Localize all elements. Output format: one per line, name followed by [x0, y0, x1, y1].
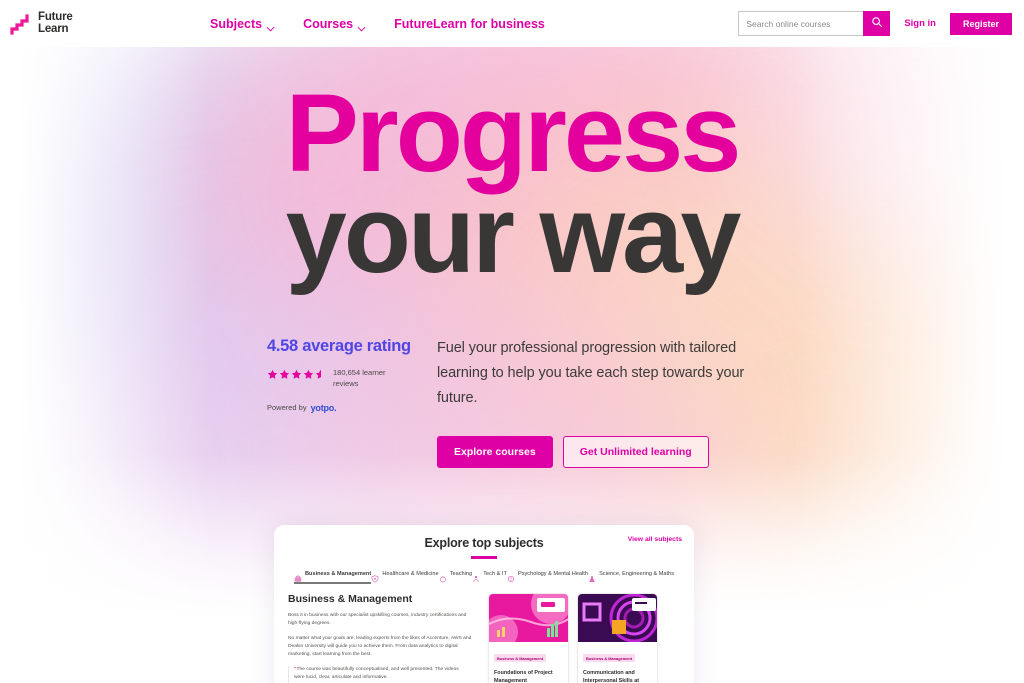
course-title: Foundations of Project Management [494, 669, 553, 683]
futurelearn-logo-mark [10, 12, 34, 36]
course-card-list: Business & Management Foundations of Pro… [488, 592, 658, 683]
tab-label: Business & Management [305, 570, 372, 577]
tab-tech-it[interactable]: Tech & IT [472, 570, 507, 584]
search-icon [871, 16, 883, 31]
course-title: Communication and Interpersonal Skills a… [583, 669, 640, 683]
chevron-down-icon [266, 21, 275, 32]
tab-label: Teaching [449, 570, 473, 577]
subjects-card-header: Explore top subjects View all subjects [274, 525, 694, 559]
futurelearn-logo[interactable]: Future Learn [10, 11, 200, 36]
rating-headline: 4.58 average rating [267, 336, 411, 355]
hero-lede: Fuel your professional progression with … [437, 339, 745, 406]
course-card-body: Business & Management Foundations of Pro… [489, 642, 568, 683]
subject-detail-panel: Business & Management Boss it in busines… [288, 593, 478, 683]
tab-label: Healthcare & Medicine [382, 570, 439, 577]
subject-panel-paragraph-2: No matter what your goals are, leading e… [288, 635, 472, 657]
tab-label: Tech & IT [483, 570, 507, 577]
subjects-card-body: Business & Management Boss it in busines… [274, 584, 694, 683]
subject-tabs: Business & Management Healthcare & Medic… [274, 570, 694, 584]
nav-item-courses[interactable]: Courses [303, 16, 366, 32]
course-card[interactable]: Business & Management Communication and … [577, 592, 658, 683]
briefcase-icon [294, 570, 302, 582]
star-rating [267, 369, 326, 380]
tab-healthcare-medicine[interactable]: Healthcare & Medicine [371, 570, 439, 584]
subject-panel-title: Business & Management [288, 592, 413, 605]
tab-science-engineering-maths[interactable]: Science, Engineering & Maths [588, 570, 674, 584]
rating-summary: 180,654 learner reviews [267, 367, 432, 389]
star-icon [279, 369, 290, 379]
search-form [738, 11, 891, 36]
tab-label: Psychology & Mental Health [517, 570, 588, 577]
hero-cta-row: Explore courses Get Unlimited learning [437, 435, 762, 468]
testimonial-text: “The course was beautifully conceptualis… [294, 666, 459, 680]
explore-courses-button[interactable]: Explore courses [437, 435, 553, 468]
rating-block: 4.58 average rating 180,654 learner revi… [262, 336, 432, 468]
star-icon [303, 369, 314, 379]
course-thumbnail [489, 593, 568, 642]
primary-navigation: Subjects Courses FutureLearn for busines… [210, 16, 545, 32]
logo-line-2: Learn [38, 22, 69, 35]
tab-teaching[interactable]: Teaching [439, 570, 472, 584]
star-icon [267, 369, 278, 379]
view-all-subjects-link[interactable]: View all subjects [628, 536, 682, 543]
powered-by-label: Powered by [267, 403, 307, 413]
flask-icon [588, 570, 596, 582]
hero-section: Progress your way 4.58 average rating 18… [0, 47, 1024, 683]
headline-line-2: your way [285, 172, 742, 296]
apple-icon [439, 570, 447, 582]
hero-copy: Fuel your professional progression with … [432, 336, 762, 468]
header-actions: Sign in Register [738, 11, 1012, 36]
get-unlimited-learning-button[interactable]: Get Unlimited learning [562, 435, 709, 468]
nav-item-for-business[interactable]: FutureLearn for business [394, 17, 545, 31]
nav-item-subjects[interactable]: Subjects [210, 16, 275, 32]
star-icon [291, 369, 302, 379]
tab-label: Science, Engineering & Maths [599, 570, 674, 577]
brain-icon [507, 570, 515, 582]
tab-business-management[interactable]: Business & Management [294, 570, 372, 584]
course-category-badge: Business & Management [494, 654, 547, 662]
course-thumbnail [578, 593, 657, 642]
testimonial-quote: “The course was beautifully conceptualis… [288, 665, 478, 683]
course-card[interactable]: Business & Management Foundations of Pro… [488, 592, 569, 683]
hero-headline: Progress your way [0, 47, 1024, 290]
hero-columns: 4.58 average rating 180,654 learner revi… [262, 336, 762, 468]
testimonial-body: The course was beautifully conceptualise… [294, 666, 459, 680]
tab-psychology-mental-health[interactable]: Psychology & Mental Health [507, 570, 588, 584]
sign-in-link[interactable]: Sign in [904, 18, 936, 29]
explore-top-subjects-card: Explore top subjects View all subjects B… [274, 525, 694, 683]
powered-by: Powered by yotpo. [267, 403, 432, 413]
course-card-body: Business & Management Communication and … [578, 642, 657, 683]
nav-item-courses-label: Courses [303, 16, 354, 31]
star-half-icon [315, 369, 326, 379]
person-icon [472, 570, 480, 582]
title-underline [471, 556, 497, 559]
nav-item-subjects-label: Subjects [210, 16, 263, 31]
subject-panel-paragraph-1: Boss it in business with our specialist … [288, 612, 467, 626]
logo-line-1: Future [38, 11, 73, 23]
yotpo-logo: yotpo. [310, 402, 337, 413]
heart-shield-icon [371, 570, 379, 583]
nav-item-for-business-label: FutureLearn for business [394, 16, 545, 31]
chevron-down-icon [357, 21, 366, 32]
register-button[interactable]: Register [949, 12, 1012, 35]
search-button[interactable] [863, 11, 891, 36]
hero-content: Progress your way 4.58 average rating 18… [0, 47, 1024, 468]
site-header: Future Learn Subjects Courses FutureLear… [0, 0, 1024, 47]
course-category-badge: Business & Management [583, 654, 636, 662]
review-count: 180,654 learner reviews [333, 367, 386, 388]
search-input[interactable] [738, 11, 864, 36]
logo-wordmark: Future Learn [38, 11, 73, 35]
